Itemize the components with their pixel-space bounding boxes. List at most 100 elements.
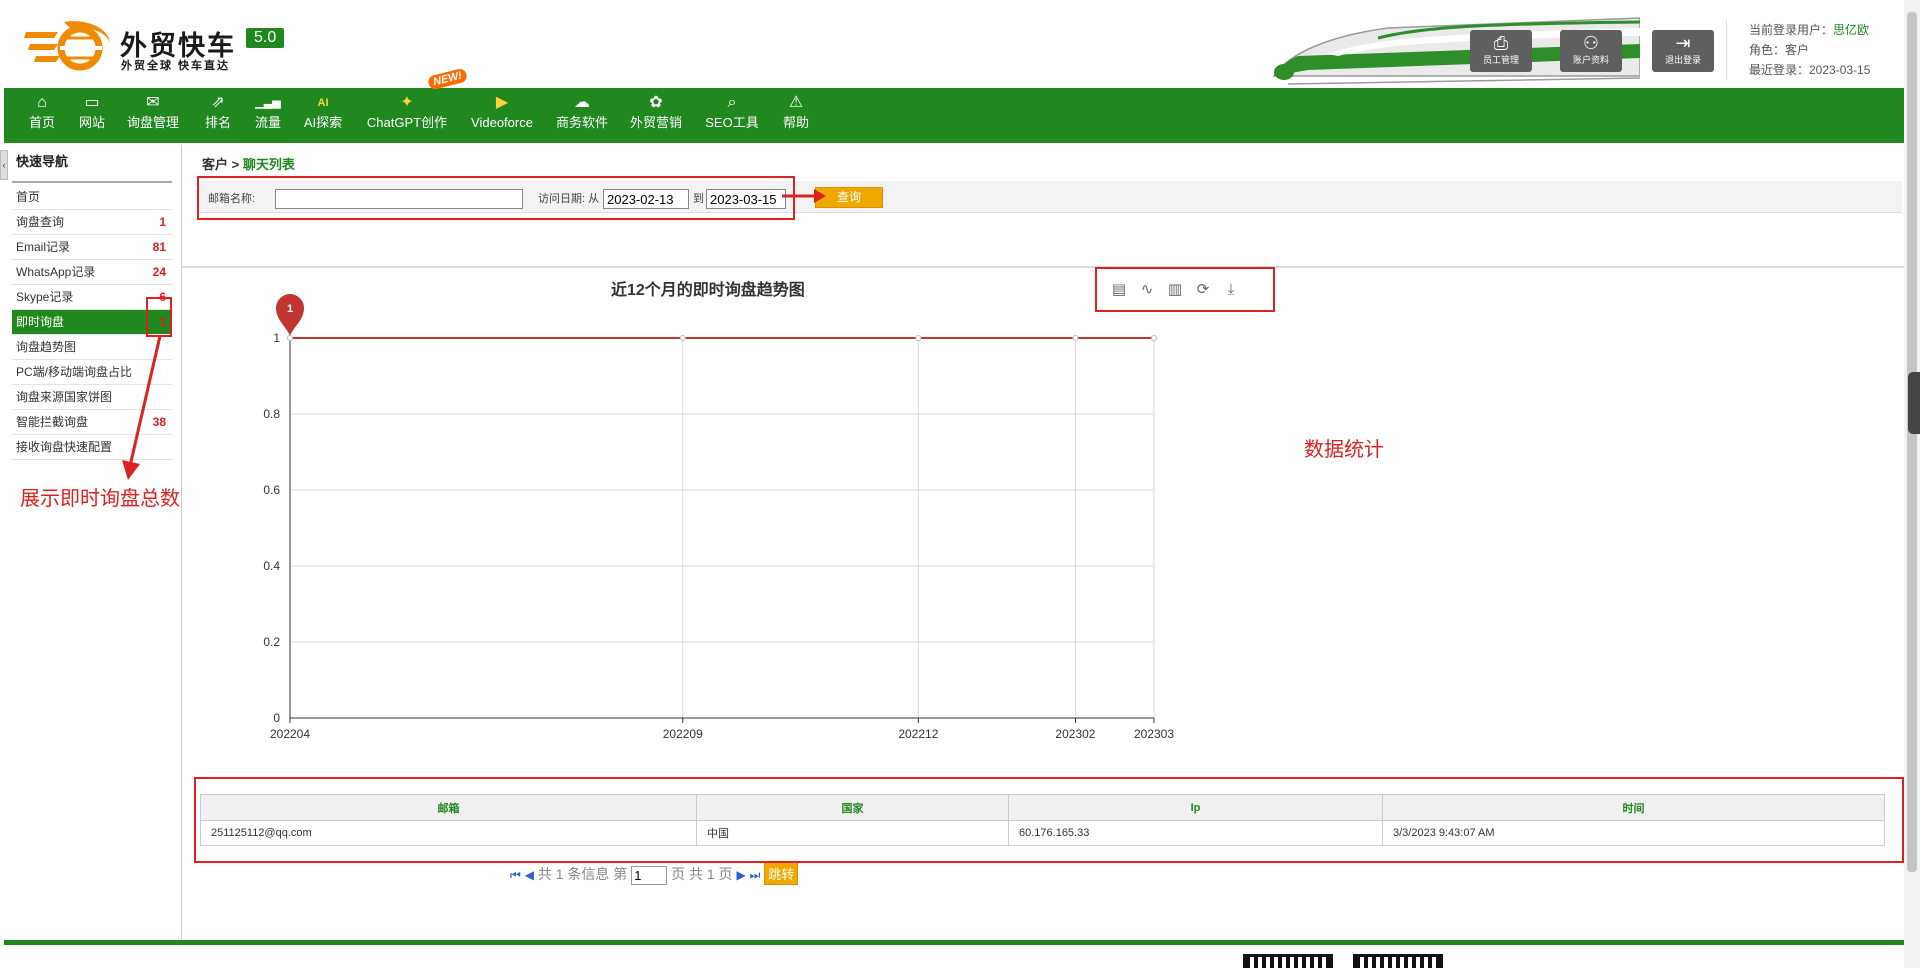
max-marker-label: 1 bbox=[287, 303, 293, 315]
nav-help-label: 帮助 bbox=[782, 115, 809, 130]
sidebar-item-whatsapp-records[interactable]: WhatsApp记录 24 bbox=[12, 260, 172, 285]
nav-business-software[interactable]: ☁ 商务软件 bbox=[552, 88, 612, 143]
staff-management-button[interactable]: ⎙ 员工管理 bbox=[1470, 30, 1532, 72]
annotation-arrow-down-icon bbox=[122, 335, 162, 480]
account-icon: ⚇ bbox=[1582, 33, 1600, 53]
nav-inquiry-management-label: 询盘管理 bbox=[126, 115, 179, 130]
marketing-icon: ✿ bbox=[649, 94, 663, 111]
nav-seo-tools[interactable]: ⌕ SEO工具 bbox=[702, 88, 762, 143]
current-user-name[interactable]: 思亿欧 bbox=[1833, 23, 1869, 37]
annotation-sidebar-note: 展示即时询盘总数 bbox=[20, 488, 180, 510]
mail-icon: ✉ bbox=[146, 94, 160, 111]
breadcrumb-current: 聊天列表 bbox=[242, 157, 295, 172]
sidebar-divider bbox=[12, 181, 172, 183]
software-icon: ☁ bbox=[574, 94, 590, 111]
inquiry-trend-chart: 0 0.2 0.4 0.6 0.8 1 202204 202209 202212 202302 20… bbox=[263, 294, 1174, 741]
nav-help[interactable]: ⚠ 帮助 bbox=[776, 88, 816, 143]
pager: ⏮ ◀ 共 1 条信息 第 页 共 1 页 ▶ ⏭ 跳转 bbox=[510, 862, 799, 885]
y-tick-label: 1 bbox=[273, 331, 280, 345]
y-tick-label: 0.8 bbox=[263, 407, 280, 421]
logout-button[interactable]: ⇥ 退出登录 bbox=[1652, 30, 1714, 72]
logo-mark-icon bbox=[24, 21, 110, 71]
nav-ranking[interactable]: ⇗ 排名 bbox=[198, 88, 238, 143]
sidebar-item-label: 首页 bbox=[16, 190, 41, 204]
max-marker-pin bbox=[276, 294, 304, 336]
breadcrumb-separator: > bbox=[228, 157, 243, 172]
nav-home[interactable]: ⌂ 首页 bbox=[22, 88, 62, 143]
ai-icon: AI bbox=[317, 97, 329, 109]
user-role: 角色：客户 bbox=[1749, 43, 1810, 57]
sidebar-collapse-handle[interactable]: ‹ bbox=[0, 150, 8, 180]
sidebar-item-label: 智能拦截询盘 bbox=[16, 415, 89, 429]
breadcrumb: 客户 > 聊天列表 bbox=[202, 154, 295, 173]
sidebar-item-inquiry-search[interactable]: 询盘查询 1 bbox=[12, 210, 172, 235]
sidebar-item-label: Email记录 bbox=[16, 240, 71, 254]
next-page-icon[interactable]: ▶ bbox=[736, 868, 745, 882]
main-divider bbox=[182, 266, 1904, 268]
monitor-icon: ▭ bbox=[84, 94, 100, 111]
sidebar-item-label: 询盘来源国家饼图 bbox=[16, 390, 113, 404]
nav-seo-tools-label: SEO工具 bbox=[705, 115, 759, 130]
y-tick-label: 0 bbox=[273, 711, 280, 725]
nav-traffic-label: 流量 bbox=[254, 115, 281, 130]
sidebar-title: 快速导航 bbox=[16, 154, 69, 169]
sidebar-item-home[interactable]: 首页 bbox=[12, 185, 172, 210]
annotation-table-box bbox=[194, 777, 1904, 863]
nav-inquiry-management[interactable]: ✉ 询盘管理 bbox=[122, 88, 184, 143]
nav-traffic[interactable]: ▁▃▅ 流量 bbox=[248, 88, 288, 143]
x-tick-label: 202209 bbox=[663, 727, 703, 741]
footer-divider bbox=[4, 940, 1904, 945]
sidebar-item-count: 24 bbox=[152, 265, 166, 279]
nav-website[interactable]: ▭ 网站 bbox=[72, 88, 112, 143]
last-login: 最近登录：2023-03-15 bbox=[1749, 63, 1871, 77]
ranking-icon: ⇗ bbox=[211, 94, 225, 111]
sidebar-item-label: Skype记录 bbox=[16, 290, 74, 304]
y-tick-label: 0.6 bbox=[263, 483, 280, 497]
logout-label: 退出登录 bbox=[1664, 55, 1701, 65]
nav-home-label: 首页 bbox=[28, 115, 55, 130]
prev-page-icon[interactable]: ◀ bbox=[525, 868, 534, 882]
logout-icon: ⇥ bbox=[1675, 33, 1691, 53]
side-widget-handle[interactable] bbox=[1908, 372, 1920, 434]
qr-code-icon bbox=[1243, 954, 1333, 968]
seo-search-icon: ⌕ bbox=[727, 94, 737, 111]
jump-button[interactable]: 跳转 bbox=[764, 862, 799, 885]
sidebar-item-label: PC端/移动端询盘占比 bbox=[16, 365, 133, 379]
nav-chatgpt[interactable]: ✦ ChatGPT创作 bbox=[362, 88, 452, 143]
help-icon: ⚠ bbox=[788, 94, 804, 111]
current-user-label: 当前登录用户： bbox=[1749, 23, 1834, 37]
sidebar-item-label: WhatsApp记录 bbox=[16, 265, 96, 279]
nav-ai-explore[interactable]: AI AI探索 bbox=[298, 88, 348, 143]
nav-marketing[interactable]: ✿ 外贸营销 bbox=[626, 88, 686, 143]
nav-videoforce[interactable]: ▶ Videoforce bbox=[464, 88, 540, 143]
brand-subtitle: 外贸全球 快车直达 bbox=[121, 60, 231, 72]
sidebar-item-label: 询盘趋势图 bbox=[16, 340, 77, 354]
sidebar: 快速导航 首页 询盘查询 1 Email记录 81 WhatsApp记录 24 Sky… bbox=[10, 145, 182, 940]
x-tick-label: 202303 bbox=[1134, 727, 1174, 741]
x-tick-label: 202204 bbox=[270, 727, 310, 741]
vertical-scrollbar[interactable] bbox=[1904, 0, 1920, 968]
nav-business-software-label: 商务软件 bbox=[555, 115, 608, 130]
sidebar-item-count: 81 bbox=[152, 240, 166, 254]
data-point bbox=[915, 335, 922, 341]
y-tick-label: 0.4 bbox=[263, 559, 280, 573]
traffic-icon: ▁▃▅ bbox=[255, 97, 281, 109]
data-point bbox=[679, 335, 686, 341]
chatgpt-icon: ✦ bbox=[400, 94, 414, 111]
page-number-input[interactable] bbox=[631, 865, 668, 885]
first-page-icon[interactable]: ⏮ bbox=[510, 868, 521, 882]
nav-website-label: 网站 bbox=[78, 115, 105, 130]
account-info-button[interactable]: ⚇ 账户资料 bbox=[1560, 30, 1622, 72]
x-tick-label: 202212 bbox=[898, 727, 938, 741]
current-user-line: 当前登录用户：思亿欧 bbox=[1749, 20, 1911, 40]
last-page-icon[interactable]: ⏭ bbox=[750, 868, 761, 882]
scrollbar-thumb[interactable] bbox=[1907, 12, 1917, 872]
sidebar-item-email-records[interactable]: Email记录 81 bbox=[12, 235, 172, 260]
logo[interactable]: 外贸快车 5.0 外贸全球 快车直达 bbox=[24, 16, 294, 76]
annotation-arrow-icon bbox=[782, 189, 826, 203]
annotation-filter-box bbox=[197, 176, 795, 220]
breadcrumb-parent[interactable]: 客户 bbox=[202, 157, 228, 172]
sidebar-item-label: 询盘查询 bbox=[16, 215, 65, 229]
video-icon: ▶ bbox=[495, 94, 509, 111]
brand-version-badge: 5.0 bbox=[246, 28, 285, 48]
